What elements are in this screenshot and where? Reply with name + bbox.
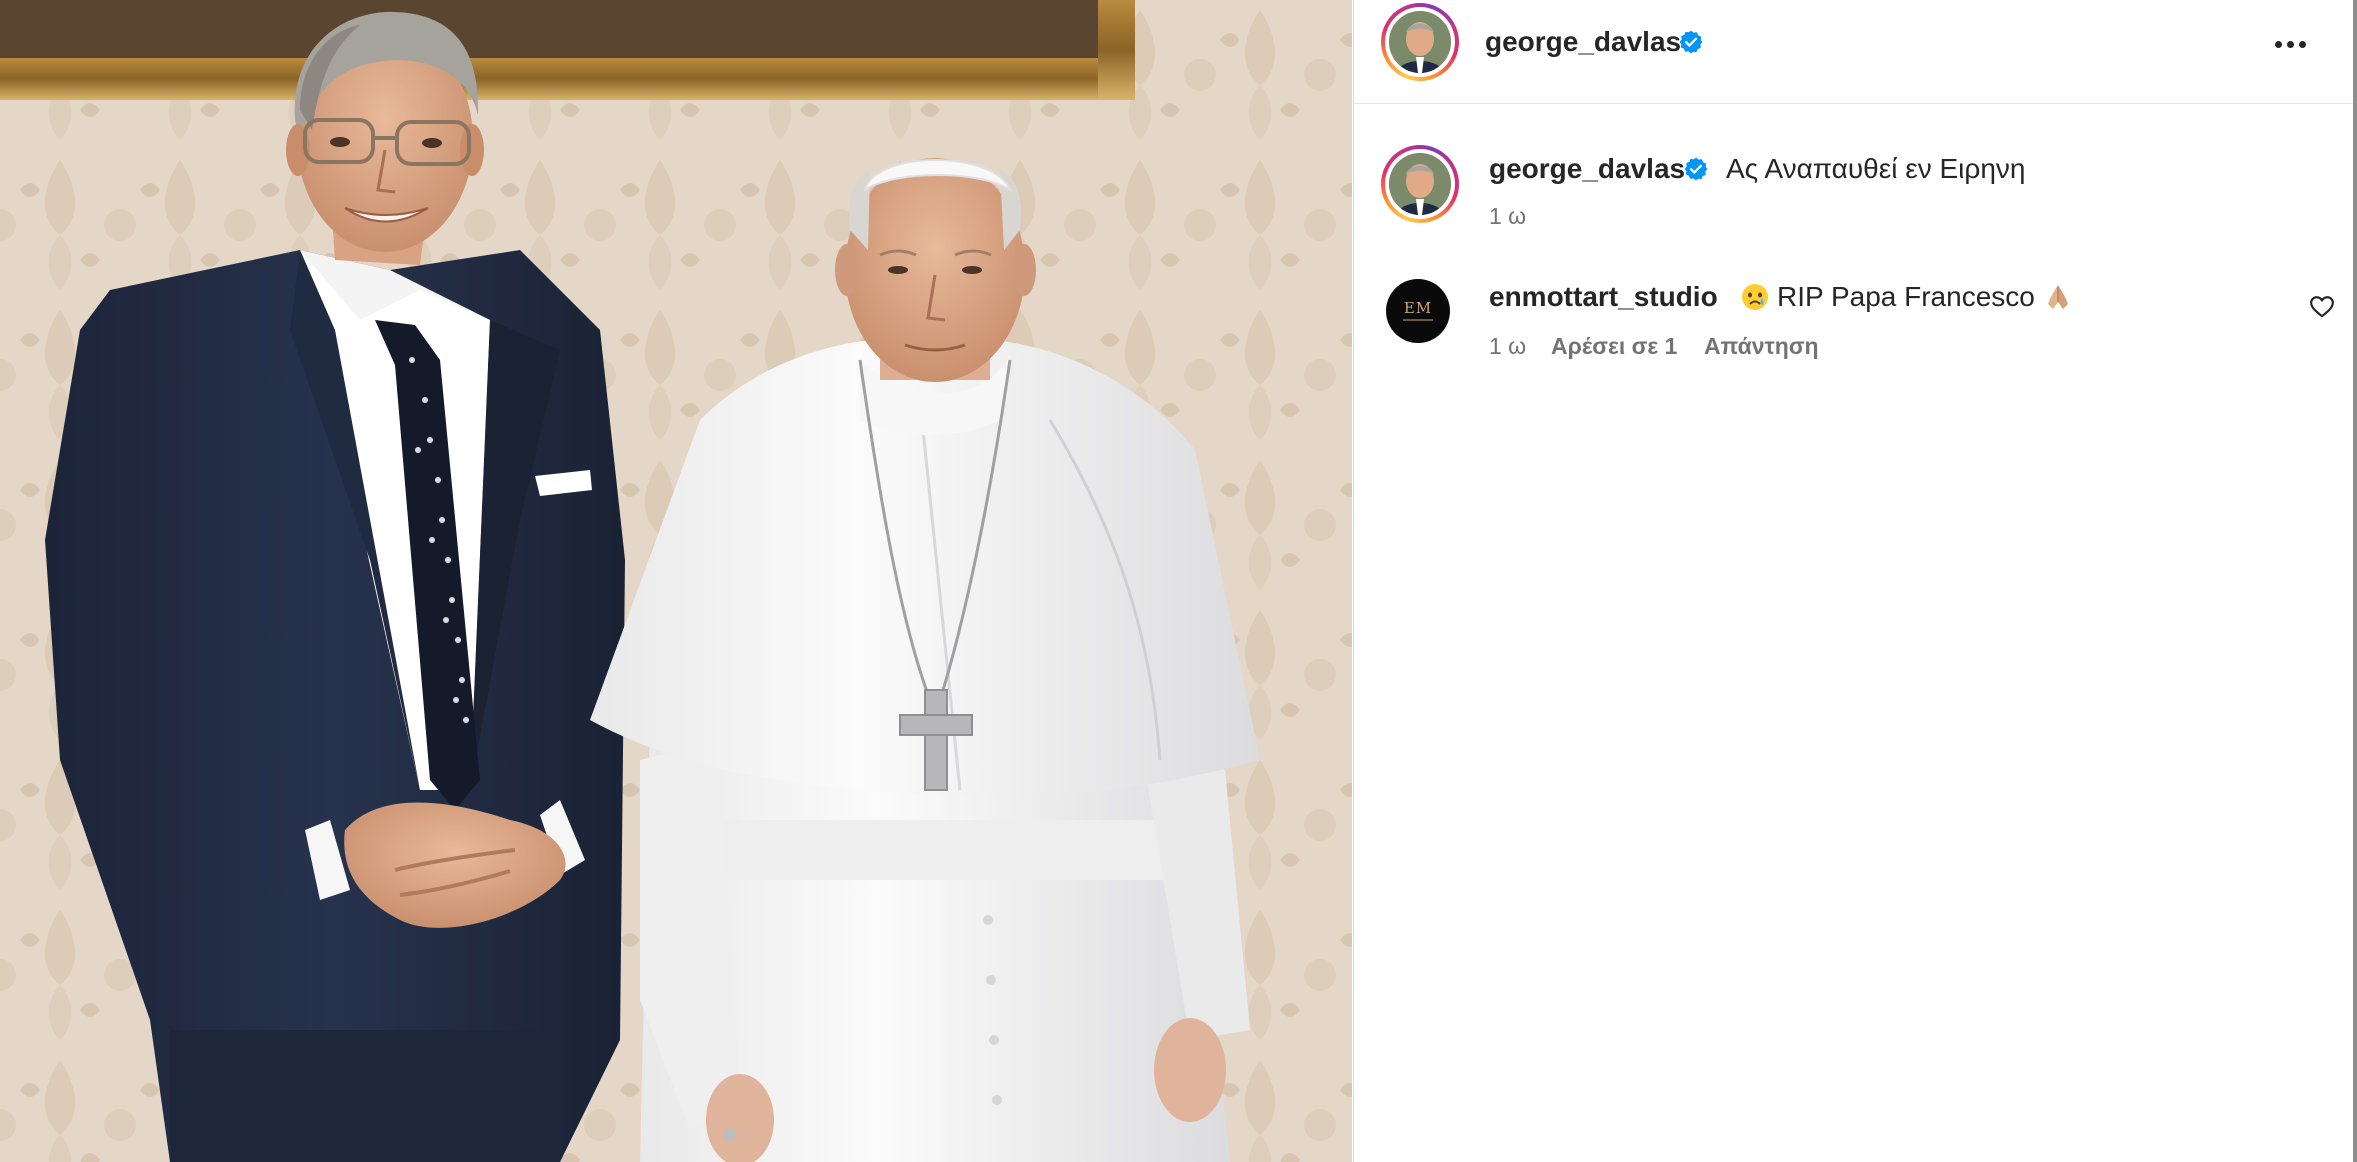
caption-username[interactable]: george_davlas — [1489, 153, 1685, 185]
caption-avatar-image — [1389, 153, 1451, 215]
author-avatar[interactable] — [1381, 3, 1459, 81]
comment-text: RIP Papa Francesco — [1741, 281, 2073, 313]
caption-author-avatar[interactable] — [1381, 145, 1459, 223]
post-image[interactable] — [0, 0, 1352, 1162]
comment-timestamp[interactable]: 1 ω — [1489, 333, 1526, 360]
verified-badge-icon — [1684, 157, 1708, 181]
author-avatar-image — [1389, 11, 1451, 73]
header-username[interactable]: george_davlas — [1485, 26, 1681, 58]
heart-icon[interactable] — [2309, 294, 2335, 320]
comment-text-content: RIP Papa Francesco — [1777, 281, 2035, 312]
caption-timestamp[interactable]: 1 ω — [1489, 203, 1526, 230]
comment-username[interactable]: enmottart_studio — [1489, 281, 1718, 313]
comment-reply-button[interactable]: Απάντηση — [1704, 333, 1819, 360]
instagram-post-view: george_davlas george_davlas Ας Αναπαυθεί… — [0, 0, 2357, 1162]
more-options-icon[interactable] — [2262, 24, 2318, 64]
folded-hands-emoji — [2047, 285, 2068, 309]
verified-badge-icon — [1679, 30, 1703, 54]
comment-likes-count[interactable]: Αρέσει σε 1 — [1551, 333, 1677, 360]
post-header: george_davlas — [1354, 0, 2354, 104]
crying-face-emoji — [1742, 284, 1768, 310]
post-side-panel: george_davlas george_davlas Ας Αναπαυθεί… — [1353, 0, 2354, 1162]
caption-text: Ας Αναπαυθεί εν Ειρηνη — [1726, 153, 2026, 184]
commenter-avatar-logo: EM — [1403, 299, 1433, 317]
commenter-avatar[interactable]: EM — [1386, 279, 1450, 343]
window-edge — [2353, 0, 2357, 1162]
post-photo — [0, 0, 1352, 1162]
